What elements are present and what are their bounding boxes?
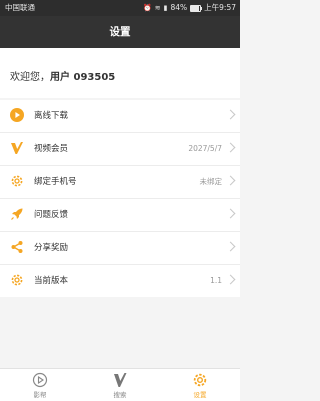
play-circle-icon [10, 108, 24, 122]
rocket-icon [11, 208, 23, 220]
play-circle-icon [32, 372, 48, 388]
menu-item-offline-download[interactable]: 离线下载 [0, 100, 240, 133]
chevron-right-icon [225, 241, 236, 252]
bottom-tab-bar: 影帮 搜索 设置 [0, 368, 240, 401]
chevron-right-icon [225, 208, 236, 219]
chevron-right-icon [225, 274, 236, 285]
menu-label: 视频会员 [34, 144, 69, 154]
tab-search[interactable]: 搜索 [80, 369, 160, 401]
status-bar: 中国联通 ⏰ ≋ ▮ 84% 上午9:57 [0, 0, 240, 16]
v-logo-icon [114, 373, 127, 387]
signal-icon: ▮ [163, 4, 168, 12]
settings-menu: 离线下载 视频会员 2027/5/7 绑定手机号 未绑定 问题反馈 分享奖励 当… [0, 100, 240, 297]
chevron-right-icon [225, 109, 236, 120]
menu-item-share-reward[interactable]: 分享奖励 [0, 232, 240, 265]
menu-value: 未绑定 [199, 177, 223, 186]
username: 用户 093505 [50, 72, 116, 83]
welcome-panel: 欢迎您，用户 093505 [0, 48, 240, 98]
gear-icon [11, 175, 23, 187]
clock: 上午9:57 [204, 3, 236, 12]
menu-label: 当前版本 [34, 276, 69, 286]
menu-label: 离线下载 [34, 111, 69, 121]
tab-label: 搜索 [113, 391, 127, 399]
menu-label: 绑定手机号 [34, 177, 77, 187]
menu-item-feedback[interactable]: 问题反馈 [0, 199, 240, 232]
tab-label: 影帮 [33, 391, 47, 399]
menu-label: 分享奖励 [34, 243, 69, 253]
gear-icon [11, 274, 23, 286]
share-icon [11, 241, 23, 253]
menu-item-bind-phone[interactable]: 绑定手机号 未绑定 [0, 166, 240, 199]
carrier-label: 中国联通 [5, 3, 35, 12]
menu-label: 问题反馈 [34, 210, 69, 220]
chevron-right-icon [225, 142, 236, 153]
menu-item-video-vip[interactable]: 视频会员 2027/5/7 [0, 133, 240, 166]
tab-label: 设置 [193, 391, 207, 399]
status-indicators: ⏰ ≋ ▮ 84% 上午9:57 [143, 0, 236, 16]
v-logo-icon [11, 142, 23, 154]
alarm-icon: ⏰ [143, 4, 152, 12]
welcome-prefix: 欢迎您， [10, 72, 50, 83]
battery-percent: 84% [170, 3, 188, 12]
battery-icon [190, 4, 203, 12]
gear-icon [193, 373, 207, 387]
tab-yingbang[interactable]: 影帮 [0, 369, 80, 401]
welcome-text: 欢迎您，用户 093505 [10, 68, 115, 83]
menu-value: 1.1 [210, 276, 222, 285]
chevron-right-icon [225, 175, 236, 186]
wifi-icon: ≋ [154, 4, 161, 12]
tab-settings[interactable]: 设置 [160, 369, 240, 401]
menu-item-current-version[interactable]: 当前版本 1.1 [0, 265, 240, 297]
menu-value: 2027/5/7 [188, 144, 222, 153]
page-title: 设置 [0, 16, 240, 48]
